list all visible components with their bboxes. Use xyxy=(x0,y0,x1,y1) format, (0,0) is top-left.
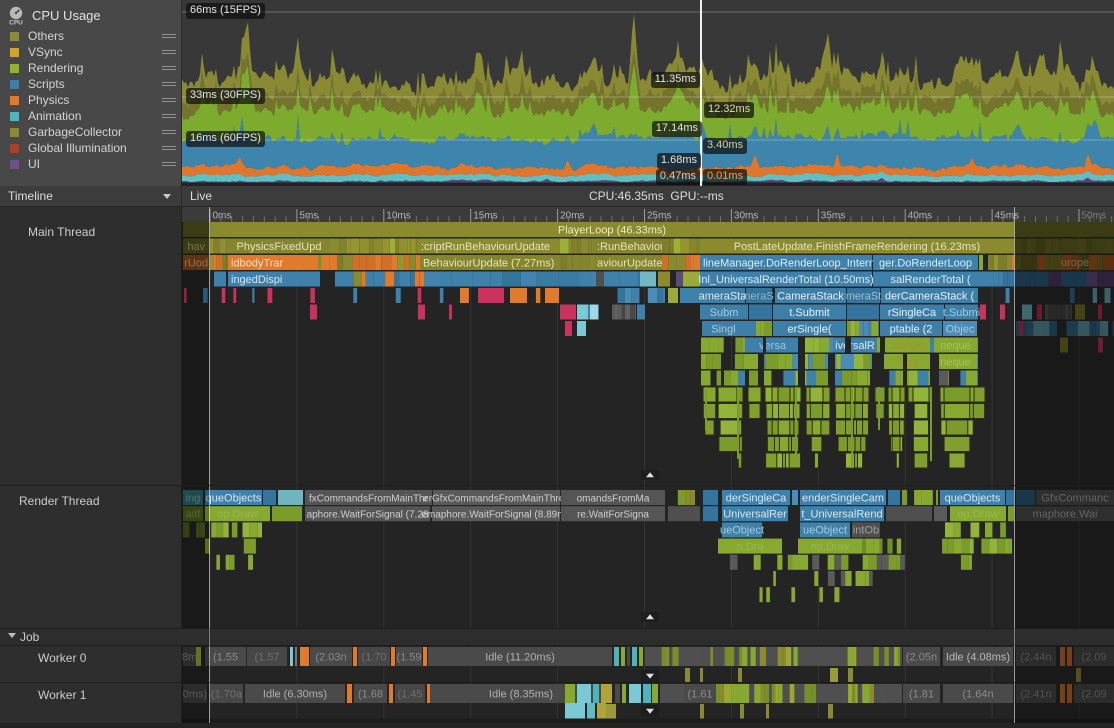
svg-text:re.WaitForSigna: re.WaitForSigna xyxy=(577,510,649,521)
svg-text:derCameraStack (: derCameraStack ( xyxy=(885,290,975,302)
svg-text:emaphore.WaitForSignal (8.89ms: emaphore.WaitForSignal (8.89ms xyxy=(421,510,570,521)
svg-text:10ms: 10ms xyxy=(386,211,410,222)
svg-text:neque: neque xyxy=(940,356,971,368)
svg-text:50ms: 50ms xyxy=(1082,211,1106,222)
svg-text:(1.70a: (1.70a xyxy=(211,688,243,700)
svg-text:JuleGe: JuleGe xyxy=(890,340,925,352)
svg-text:Idle (11.20ms): Idle (11.20ms) xyxy=(485,651,555,663)
svg-text:Singl: Singl xyxy=(711,323,735,335)
svg-text:(1.68: (1.68 xyxy=(358,688,383,700)
svg-text:(2.05n: (2.05n xyxy=(906,651,937,663)
svg-text:op.Draw: op.Draw xyxy=(958,509,999,521)
svg-text:ueObject: ueObject xyxy=(803,525,847,537)
svg-text:t_UniversalRend: t_UniversalRend xyxy=(801,509,882,521)
svg-text:30ms: 30ms xyxy=(734,211,758,222)
svg-text:0ms: 0ms xyxy=(213,211,232,222)
svg-text:ptable (2: ptable (2 xyxy=(890,323,933,335)
svg-text:(1.45: (1.45 xyxy=(397,688,422,700)
svg-text:omandsFromMa: omandsFromMa xyxy=(577,493,650,504)
svg-text:iversalR: iversalR xyxy=(835,340,875,352)
svg-text::RunBehaviour: :RunBehaviour xyxy=(597,241,670,253)
svg-text:p.Dra: p.Dra xyxy=(737,541,765,553)
svg-text:intOb: intOb xyxy=(853,525,879,537)
svg-text:40ms: 40ms xyxy=(908,211,932,222)
svg-text:enderSingleCam: enderSingleCam xyxy=(802,492,884,504)
svg-text:Idle (6.30ms): Idle (6.30ms) xyxy=(263,688,327,700)
svg-text:uetry: uetry xyxy=(895,356,920,368)
svg-text:rSingleCa: rSingleCa xyxy=(888,307,937,319)
svg-text:meraSt: meraSt xyxy=(846,290,881,302)
svg-text:20ms: 20ms xyxy=(560,211,584,222)
svg-text:t.Submi: t.Submi xyxy=(943,307,980,319)
svg-text:erGfxCommandsFromMainThrea: erGfxCommandsFromMainThrea xyxy=(423,493,570,504)
svg-text:25ms: 25ms xyxy=(647,211,671,222)
svg-text:15ms: 15ms xyxy=(473,211,497,222)
svg-text:CameraStack: CameraStack xyxy=(777,290,844,302)
svg-text:fxCommandsFromMainThr: fxCommandsFromMainThr xyxy=(309,493,429,504)
svg-text:5ms: 5ms xyxy=(299,211,318,222)
svg-text:aphore.WaitForSignal (7.28: aphore.WaitForSignal (7.28 xyxy=(307,510,429,521)
svg-text:neraS: neraS xyxy=(744,290,773,302)
svg-text:erSingle(: erSingle( xyxy=(787,323,831,335)
svg-text:PlayerLoop (46.33ms): PlayerLoop (46.33ms) xyxy=(558,224,666,236)
svg-text:CPU: CPU xyxy=(9,20,23,26)
svg-text:BehaviourUpdate (7.27ms): BehaviourUpdate (7.27ms) xyxy=(423,257,554,269)
svg-text:45ms: 45ms xyxy=(995,211,1019,222)
svg-text:queObjects: queObjects xyxy=(945,492,1001,504)
svg-text:ger.DoRenderLoop: ger.DoRenderLoop xyxy=(879,257,972,269)
svg-text:op.Draw: op.Draw xyxy=(217,509,258,521)
svg-text:UniversalRer: UniversalRer xyxy=(723,509,787,521)
svg-text:Objec: Objec xyxy=(946,323,975,335)
svg-text:op.Drav: op.Drav xyxy=(811,541,850,553)
svg-text:(1.55: (1.55 xyxy=(213,651,238,663)
svg-text:lineManager.DoRenderLoop_Inter: lineManager.DoRenderLoop_Internal( xyxy=(703,257,887,269)
svg-text:(1.70: (1.70 xyxy=(361,651,386,663)
svg-text::criptRunBehaviourUpdate: :criptRunBehaviourUpdate xyxy=(421,241,550,253)
svg-text:(1.61: (1.61 xyxy=(687,688,712,700)
svg-text:aviourUpdate: aviourUpdate xyxy=(597,257,662,269)
svg-text:derSingleCa: derSingleCa xyxy=(726,492,787,504)
svg-text:queObjects: queObjects xyxy=(206,492,262,504)
svg-text:(1.57: (1.57 xyxy=(254,651,279,663)
svg-text:PostLateUpdate.FinishFrameRend: PostLateUpdate.FinishFrameRendering (16.… xyxy=(734,241,980,253)
svg-text:(2.03n: (2.03n xyxy=(315,651,346,663)
svg-text:(1.64n: (1.64n xyxy=(962,688,993,700)
svg-text:Inl_UniversalRenderTotal (10.5: Inl_UniversalRenderTotal (10.50ms) xyxy=(698,274,873,286)
svg-text:ueObject: ueObject xyxy=(720,525,764,537)
svg-text:(1.59: (1.59 xyxy=(396,651,421,663)
svg-text:ameraSta: ameraSta xyxy=(699,290,748,302)
svg-text:neque: neque xyxy=(940,340,971,352)
svg-text:(1.81: (1.81 xyxy=(909,688,934,700)
svg-text:Subm: Subm xyxy=(710,307,739,319)
svg-text:Idle (8.35ms): Idle (8.35ms) xyxy=(489,688,553,700)
svg-text:Idle (4.08ms): Idle (4.08ms) xyxy=(946,651,1010,663)
svg-text:idbodyTrar: idbodyTrar xyxy=(231,257,284,269)
svg-text:salRenderTotal (: salRenderTotal ( xyxy=(890,274,970,286)
svg-text:ingedDispi: ingedDispi xyxy=(231,274,282,286)
svg-text:t.Submit: t.Submit xyxy=(789,307,829,319)
svg-text:PhysicsFixedUpd: PhysicsFixedUpd xyxy=(237,241,322,253)
svg-text:35ms: 35ms xyxy=(821,211,845,222)
